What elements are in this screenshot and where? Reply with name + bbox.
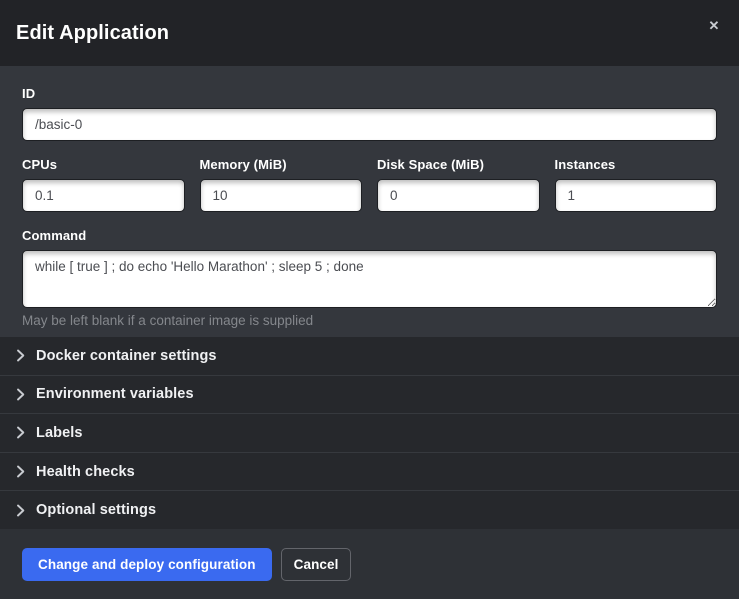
memory-label: Memory (MiB) [200,157,363,172]
section-docker-container-settings[interactable]: Docker container settings [0,337,739,375]
application-form: ID CPUs Memory (MiB) Disk Space (MiB) In… [0,66,739,337]
close-icon[interactable]: ✕ [703,14,725,36]
resources-row: CPUs Memory (MiB) Disk Space (MiB) Insta… [22,157,717,212]
cancel-button[interactable]: Cancel [281,548,352,581]
chevron-right-icon [16,504,25,517]
section-optional-settings[interactable]: Optional settings [0,490,739,529]
chevron-right-icon [16,388,25,401]
section-environment-variables[interactable]: Environment variables [0,375,739,414]
cpus-field-group: CPUs [22,157,185,212]
cpus-label: CPUs [22,157,185,172]
instances-field-group: Instances [555,157,718,212]
modal-title: Edit Application [16,22,169,45]
disk-input[interactable] [377,179,540,212]
chevron-right-icon [16,465,25,478]
id-field-group: ID [22,86,717,141]
command-help-text: May be left blank if a container image i… [22,313,717,328]
command-label: Command [22,228,717,243]
chevron-right-icon [16,426,25,439]
modal-footer: Change and deploy configuration Cancel [0,529,739,599]
section-health-checks[interactable]: Health checks [0,452,739,491]
modal-header: Edit Application ✕ [0,0,739,66]
change-and-deploy-button[interactable]: Change and deploy configuration [22,548,272,581]
section-label: Health checks [36,464,135,480]
memory-field-group: Memory (MiB) [200,157,363,212]
instances-label: Instances [555,157,718,172]
edit-application-modal: Edit Application ✕ ID CPUs Memory (MiB) … [0,0,739,599]
section-label: Labels [36,425,83,441]
id-label: ID [22,86,717,101]
instances-input[interactable] [555,179,718,212]
disk-field-group: Disk Space (MiB) [377,157,540,212]
memory-input[interactable] [200,179,363,212]
section-labels[interactable]: Labels [0,413,739,452]
chevron-right-icon [16,349,25,362]
command-field-group: Command while [ true ] ; do echo 'Hello … [22,228,717,328]
section-label: Environment variables [36,386,194,402]
command-textarea[interactable]: while [ true ] ; do echo 'Hello Marathon… [22,250,717,308]
collapsible-sections: Docker container settings Environment va… [0,337,739,529]
disk-label: Disk Space (MiB) [377,157,540,172]
section-label: Docker container settings [36,348,217,364]
section-label: Optional settings [36,502,156,518]
id-input[interactable] [22,108,717,141]
cpus-input[interactable] [22,179,185,212]
